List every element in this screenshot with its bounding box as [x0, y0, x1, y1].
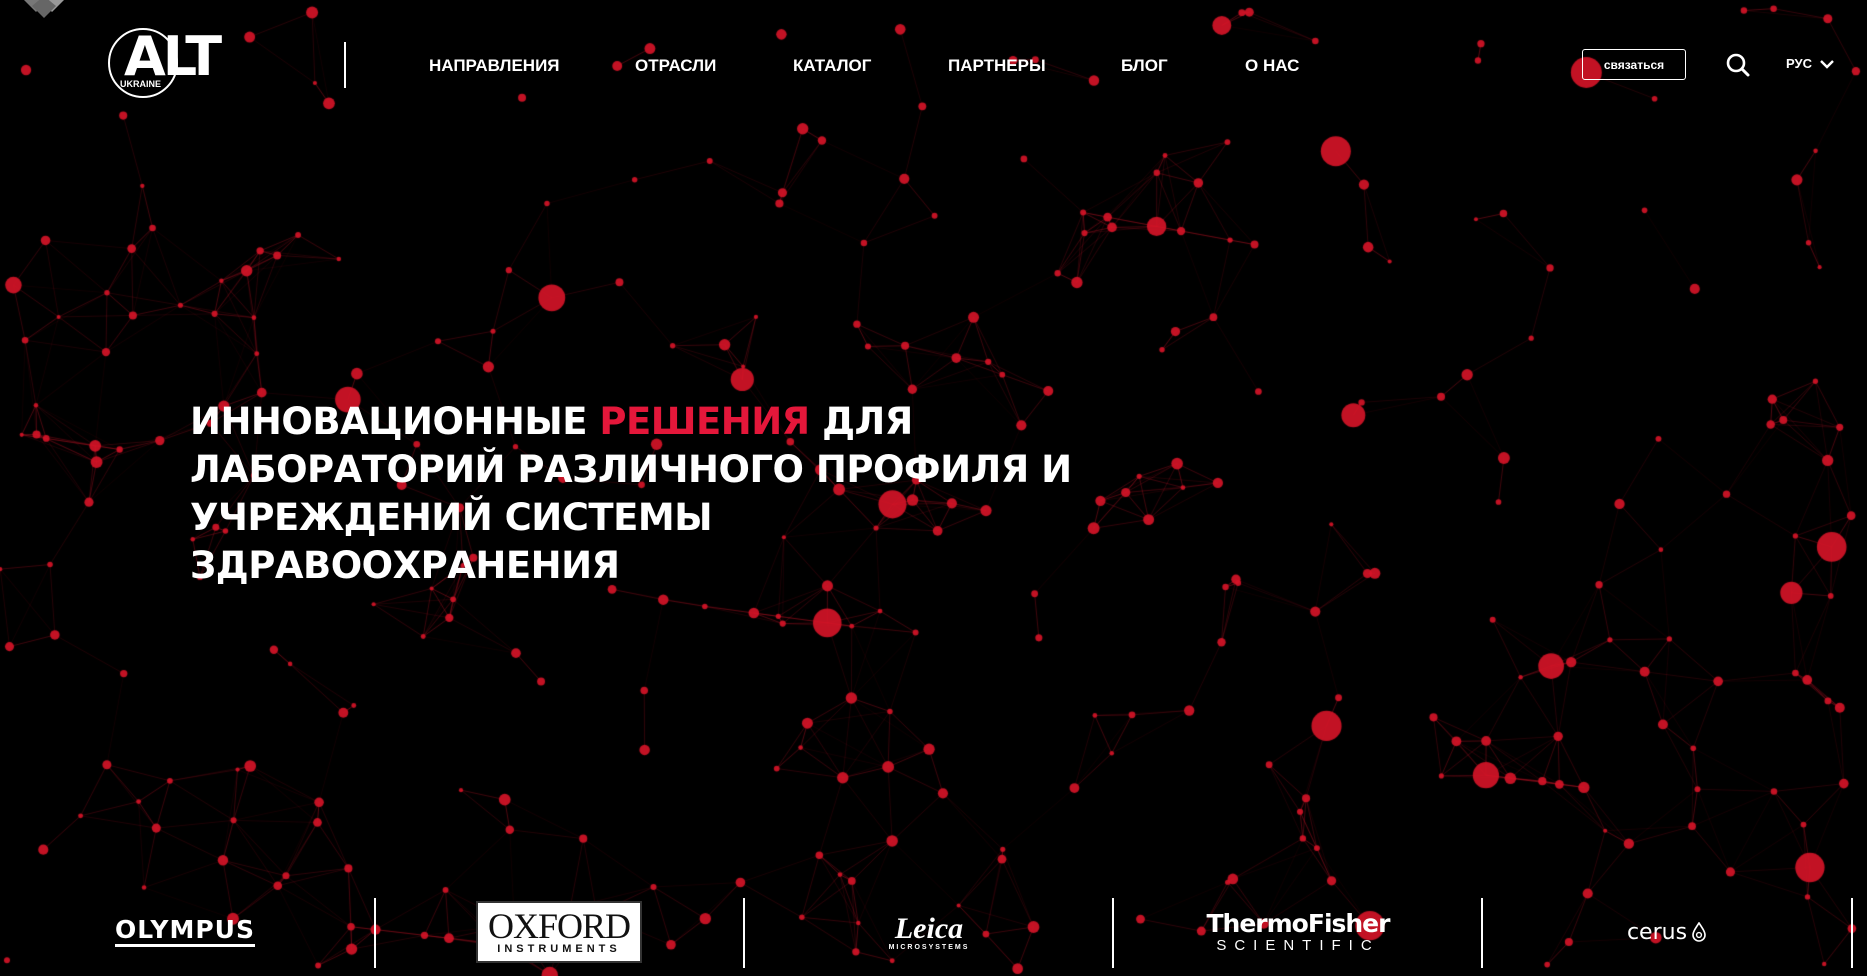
- partner-cerus[interactable]: cerus: [1482, 896, 1852, 968]
- partner-divider: [1112, 898, 1114, 968]
- oxford-logo: OXFORD INSTRUMENTS: [476, 901, 642, 963]
- contact-button[interactable]: связаться: [1582, 49, 1686, 80]
- nav-about[interactable]: О НАС: [1245, 56, 1299, 76]
- language-selector[interactable]: РУС: [1786, 56, 1834, 71]
- olympus-logo-text: OLYMPUS: [115, 917, 255, 947]
- hero-headline: ИННОВАЦИОННЫЕ РЕШЕНИЯ ДЛЯ ЛАБОРАТОРИЙ РА…: [190, 398, 1090, 590]
- leica-logo: Leica MICROSYSTEMS: [888, 911, 970, 951]
- decorative-diamonds: [24, 0, 64, 18]
- leica-logo-text: Leica: [894, 911, 964, 945]
- partners-strip: OLYMPUS OXFORD INSTRUMENTS Leica MICROSY…: [0, 896, 1867, 968]
- nav-catalog[interactable]: КАТАЛОГ: [793, 56, 871, 76]
- language-label: РУС: [1786, 56, 1812, 71]
- thermofisher-logo-text: ThermoFisher: [1206, 908, 1391, 938]
- logo-text: ALT: [124, 25, 222, 88]
- oxford-logo-subtext: INSTRUMENTS: [497, 943, 621, 955]
- nav-blog[interactable]: БЛОГ: [1121, 56, 1168, 76]
- partner-divider: [743, 898, 745, 968]
- partner-oxford[interactable]: OXFORD INSTRUMENTS: [374, 896, 744, 968]
- partner-divider: [1481, 898, 1483, 968]
- header-divider: [344, 42, 346, 88]
- partner-leica[interactable]: Leica MICROSYSTEMS: [744, 896, 1114, 968]
- oxford-logo-text: OXFORD: [487, 906, 631, 946]
- leica-logo-subtext: MICROSYSTEMS: [888, 943, 970, 951]
- cerus-logo-text: cerus: [1626, 919, 1688, 945]
- nav-industries[interactable]: ОТРАСЛИ: [635, 56, 716, 76]
- thermofisher-logo: ThermoFisher SCIENTIFIC: [1206, 908, 1391, 954]
- drop-icon: [1692, 922, 1706, 942]
- nav-partners[interactable]: ПАРТНЕРЫ: [948, 56, 1046, 76]
- chevron-down-icon: [1820, 59, 1834, 69]
- thermofisher-logo-subtext: SCIENTIFIC: [1216, 936, 1380, 954]
- partner-olympus[interactable]: OLYMPUS: [0, 896, 370, 968]
- hero-text-accent: РЕШЕНИЯ: [599, 400, 810, 443]
- partner-thermofisher[interactable]: ThermoFisher SCIENTIFIC: [1113, 896, 1483, 968]
- partner-divider: [1851, 898, 1853, 968]
- partner-divider: [374, 898, 376, 968]
- search-icon[interactable]: [1725, 52, 1751, 78]
- nav-directions[interactable]: НАПРАВЛЕНИЯ: [429, 56, 560, 76]
- brand-logo[interactable]: ALT UKRAINE: [106, 26, 246, 102]
- hero-text-pre: ИННОВАЦИОННЫЕ: [190, 400, 587, 443]
- logo-subtext: UKRAINE: [120, 79, 162, 89]
- cerus-logo: cerus: [1627, 920, 1707, 945]
